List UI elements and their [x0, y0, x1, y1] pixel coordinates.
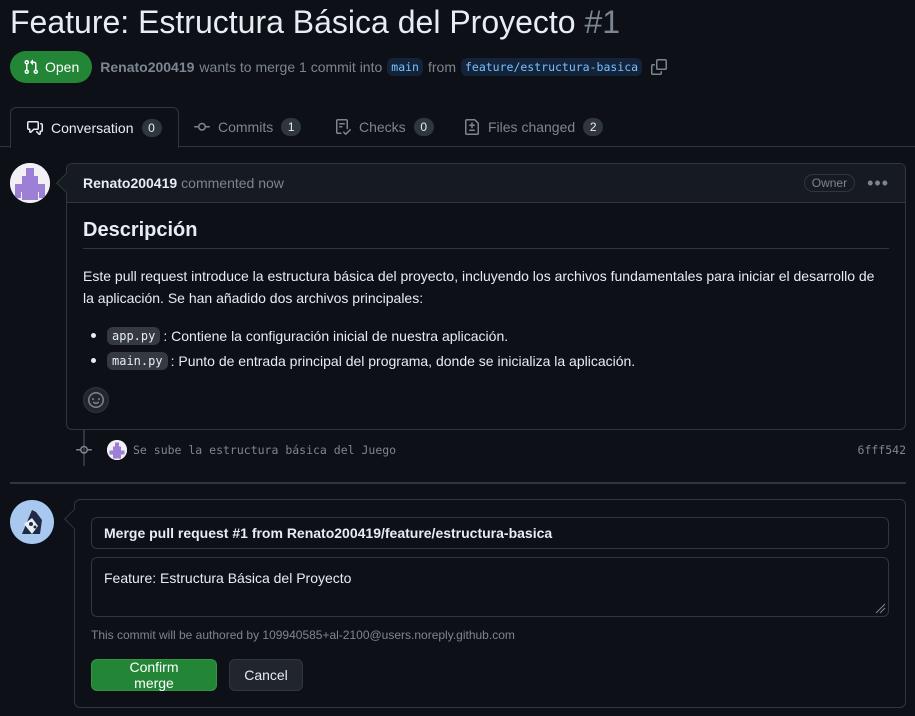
cancel-button[interactable]: Cancel	[229, 659, 303, 691]
pr-number: #1	[584, 4, 621, 40]
resize-handle-icon[interactable]	[874, 602, 886, 614]
pr-tabs: Conversation 0 Commits 1 Checks 0 Files …	[0, 107, 915, 148]
inline-code: main.py	[107, 351, 168, 370]
tab-checks[interactable]: Checks 0	[335, 107, 434, 147]
from-text: from	[427, 59, 456, 75]
commit-sha-link[interactable]: 6fff542	[858, 443, 906, 457]
list-item-text: : Contiene la configuración inicial de n…	[163, 327, 509, 344]
comment-time[interactable]: commented now	[181, 175, 284, 191]
comment-author[interactable]: Renato200419	[83, 175, 177, 191]
merge-summary: Renato200419 wants to merge 1 commit int…	[100, 58, 672, 76]
list-item-text: : Punto de entrada principal del program…	[170, 352, 636, 369]
tab-counter: 1	[281, 118, 302, 136]
checklist-icon	[336, 119, 351, 135]
tab-label: Commits	[218, 119, 274, 135]
comment-body: Descripción Este pull request introduce …	[67, 203, 905, 389]
kebab-horizontal-icon[interactable]: •••	[867, 174, 889, 192]
state-label: Open	[45, 59, 80, 75]
merge-commit-message-textarea[interactable]: Feature: Estructura Básica del Proyecto	[91, 557, 889, 617]
git-pull-request-icon	[24, 59, 39, 75]
pr-description-comment: Renato200419 commented now Owner ••• Des…	[56, 163, 906, 430]
file-diff-icon	[465, 119, 479, 135]
tab-label: Checks	[359, 119, 406, 135]
comment-paragraph: Este pull request introduce la estructur…	[83, 268, 875, 306]
state-badge: Open	[10, 51, 93, 83]
avatar[interactable]	[10, 500, 54, 544]
timeline-commit: Se sube la estructura básica del Juego 6…	[76, 437, 906, 463]
merge-form-pointer	[64, 509, 84, 529]
inline-code: app.py	[107, 326, 161, 345]
file-list: app.py : Contiene la configuración inici…	[83, 323, 889, 373]
copy-icon[interactable]	[651, 59, 668, 75]
merge-form: Merge pull request #1 from Renato200419/…	[64, 499, 906, 708]
comment-discussion-icon	[27, 121, 43, 135]
pr-title: Feature: Estructura Básica del Proyecto …	[10, 4, 620, 41]
identicon-icon	[10, 163, 50, 203]
pr-meta: Open Renato200419 wants to merge 1 commi…	[10, 51, 672, 83]
comment-heading: Descripción	[83, 219, 889, 249]
identicon-icon	[107, 440, 127, 460]
owner-badge: Owner	[803, 174, 856, 192]
tab-label: Files changed	[488, 119, 576, 135]
tab-counter: 2	[583, 118, 604, 136]
commit-message-link[interactable]: Se sube la estructura básica del Juego	[133, 443, 396, 457]
tab-label: Conversation	[51, 120, 134, 136]
commit-avatar[interactable]	[107, 440, 127, 460]
tab-commits[interactable]: Commits 1	[194, 107, 302, 147]
avatar[interactable]	[10, 163, 50, 203]
tab-files-changed[interactable]: Files changed 2	[464, 107, 604, 147]
comment-header: Renato200419 commented now Owner •••	[67, 164, 905, 203]
user-avatar-icon	[10, 500, 54, 544]
merge-summary-text: wants to merge 1 commit into	[199, 59, 383, 75]
tab-counter: 0	[413, 118, 434, 136]
git-commit-icon	[76, 445, 92, 454]
smiley-icon	[88, 392, 104, 408]
list-item: app.py : Contiene la configuración inici…	[91, 323, 889, 348]
git-commit-icon	[194, 122, 210, 131]
confirm-merge-button[interactable]: Confirm merge	[91, 659, 217, 691]
tab-counter: 0	[141, 119, 162, 137]
pr-title-text: Feature: Estructura Básica del Proyecto	[10, 4, 576, 40]
list-item: main.py : Punto de entrada principal del…	[91, 348, 889, 373]
merge-commit-title-input[interactable]: Merge pull request #1 from Renato200419/…	[91, 517, 889, 549]
base-branch[interactable]: main	[387, 58, 423, 76]
head-branch[interactable]: feature/estructura-basica	[460, 58, 643, 76]
pr-author-link[interactable]: Renato200419	[100, 59, 194, 75]
tab-conversation[interactable]: Conversation 0	[10, 107, 179, 148]
merge-author-note: This commit will be authored by 10994058…	[91, 628, 515, 642]
add-reaction-button[interactable]	[83, 387, 109, 413]
merge-commit-message-value: Feature: Estructura Básica del Proyecto	[104, 570, 352, 586]
timeline-divider	[10, 482, 906, 484]
